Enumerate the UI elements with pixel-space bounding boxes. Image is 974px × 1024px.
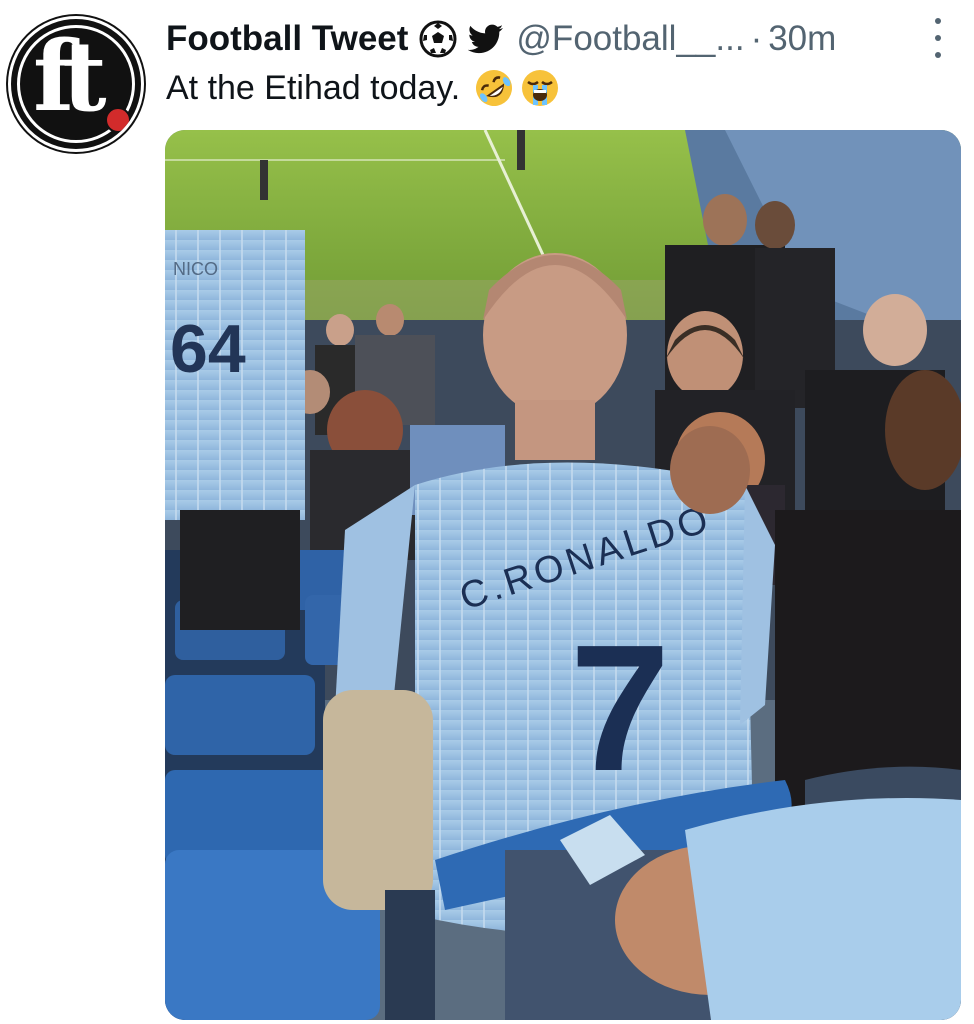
left-jersey-number: 64 [170, 311, 246, 387]
twitter-bird-icon [468, 24, 504, 54]
tweet-text-row: At the Etihad today. [166, 68, 560, 108]
tweet-header: Football Tweet @Football__... · 30m [166, 14, 836, 64]
avatar-logo: ft [33, 20, 107, 133]
separator-dot: · [750, 19, 763, 58]
tweet-text: At the Etihad today. [166, 68, 461, 107]
more-dot [935, 52, 941, 58]
more-dot [935, 35, 941, 41]
author-name[interactable]: Football Tweet [166, 19, 408, 59]
fan-left-jersey: NICO 64 [165, 230, 305, 630]
more-options-icon[interactable] [928, 18, 948, 58]
tweet-timestamp[interactable]: 30m [768, 19, 836, 59]
loudly-crying-face-icon [522, 70, 559, 106]
tweet-photo[interactable]: NICO 64 C.RONALDO 7 [165, 130, 961, 1020]
soccer-ball-icon [418, 19, 458, 59]
avatar-ball-icon [105, 107, 131, 133]
more-dot [935, 18, 941, 24]
left-jersey-name: NICO [173, 259, 218, 279]
rolling-on-floor-laughing-icon [476, 70, 513, 106]
author-avatar[interactable]: ft [8, 16, 144, 152]
main-jersey-number: 7 [570, 608, 670, 809]
author-handle[interactable]: @Football__... [516, 19, 744, 59]
